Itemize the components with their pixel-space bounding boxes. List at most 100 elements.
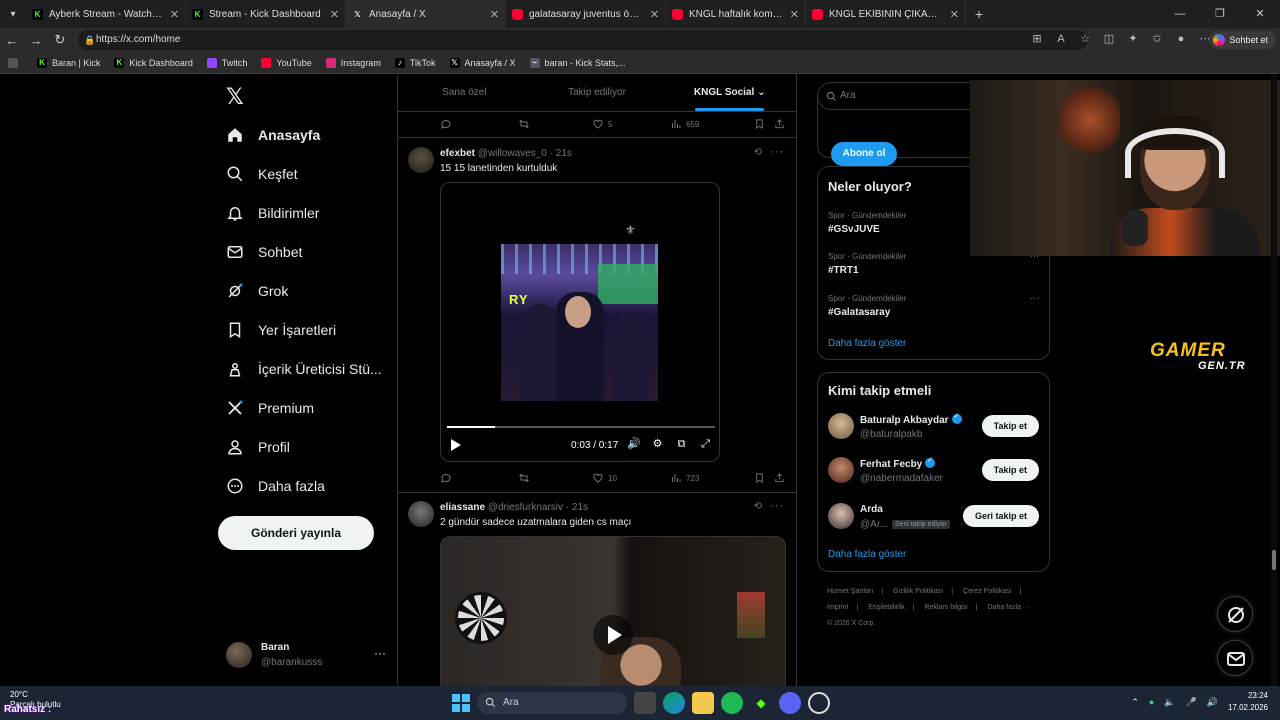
footer-link[interactable]: Hizmet Şartları	[827, 588, 873, 595]
tweet-author-name[interactable]: efexbet	[440, 148, 475, 159]
close-tab-icon[interactable]: ✕	[170, 8, 179, 21]
grok-fab[interactable]	[1217, 596, 1253, 632]
x-logo-icon[interactable]: 𝕏	[226, 84, 244, 110]
forward-button[interactable]: →	[24, 33, 48, 48]
nav-item-more-circle[interactable]: Daha fazla	[226, 477, 325, 495]
more-dots-icon[interactable]: ···	[770, 500, 784, 512]
reload-button[interactable]: ↻	[48, 32, 72, 48]
microphone-icon[interactable]: 🎤	[1186, 697, 1197, 708]
follow-handle[interactable]: @nabermadafaker	[860, 473, 943, 484]
edge-icon[interactable]	[663, 692, 685, 714]
tweet-time[interactable]: 21s	[572, 502, 588, 513]
read-aloud-icon[interactable]: A	[1054, 32, 1068, 46]
browser-tab[interactable]: K Stream - Kick Dashboard ✕	[186, 0, 346, 28]
share-icon[interactable]	[774, 118, 789, 130]
bookmark-item[interactable]: ♪ TikTok	[394, 57, 436, 68]
nav-item-mail[interactable]: Sohbet	[226, 243, 302, 261]
footer-link[interactable]: Gizlilik Politikası	[893, 588, 943, 595]
spotify-icon[interactable]	[721, 692, 743, 714]
close-tab-icon[interactable]: ✕	[490, 8, 499, 21]
nav-item-bell[interactable]: Bildirimler	[226, 204, 319, 222]
bookmark-sidebar-icon[interactable]	[8, 57, 23, 68]
favorites-icon[interactable]: ✩	[1150, 32, 1164, 46]
grok-icon[interactable]: ⟲	[754, 501, 762, 512]
bookmark-item[interactable]: Twitch	[206, 57, 247, 68]
bookmark-icon[interactable]	[754, 472, 774, 484]
follow-button[interactable]: Takip et	[981, 415, 1039, 437]
avatar[interactable]	[828, 503, 854, 529]
bookmark-icon[interactable]	[754, 118, 774, 130]
tweet-avatar[interactable]	[408, 147, 434, 173]
play-icon[interactable]	[451, 439, 461, 451]
nav-item-grok[interactable]: Grok	[226, 282, 288, 300]
share-icon[interactable]	[774, 472, 789, 484]
browser-tab[interactable]: galatasaray juventus özet - YouTube ✕	[506, 0, 666, 28]
bookmark-item[interactable]: K Baran | Kick	[37, 57, 100, 68]
scrollbar-thumb[interactable]	[1272, 550, 1276, 570]
like-button[interactable]: 5	[592, 118, 670, 130]
reply-icon[interactable]	[440, 118, 518, 130]
close-tab-icon[interactable]: ✕	[950, 8, 959, 21]
windows-start-icon[interactable]	[452, 694, 470, 712]
chevron-down-icon[interactable]: ⌄	[757, 87, 765, 98]
page-scrollbar[interactable]	[1271, 74, 1277, 686]
clock[interactable]: 23:24 17.02.2026	[1228, 690, 1268, 714]
profile-avatar-icon[interactable]: ●	[1174, 32, 1188, 46]
repost-icon[interactable]	[518, 472, 592, 484]
footer-link[interactable]: Reklam bilgisi	[925, 604, 968, 611]
close-window-button[interactable]: ✕	[1240, 0, 1280, 28]
url-field[interactable]: 🔒 https://x.com/home	[78, 30, 1088, 50]
volume-icon[interactable]: 🔊	[1207, 697, 1218, 708]
new-tab-button[interactable]: +	[966, 6, 992, 22]
task-view-icon[interactable]	[634, 692, 656, 714]
obs-icon[interactable]	[808, 692, 830, 714]
taskbar-search[interactable]: Ara	[477, 692, 627, 714]
browser-tab[interactable]: K Ayberk Stream - Watch Live on Kick ✕	[26, 0, 186, 28]
footer-link[interactable]: Çerez Politikası	[963, 588, 1012, 595]
more-dots-icon[interactable]: ···	[374, 646, 386, 660]
volume-icon[interactable]: 🔊	[627, 438, 641, 451]
nav-item-home[interactable]: Anasayfa	[226, 126, 320, 144]
browser-tab[interactable]: KNGL haftalık komik anlar | BÖLÜM ✕	[666, 0, 806, 28]
bookmark-item[interactable]: YouTube	[261, 57, 312, 68]
views-button[interactable]: 723	[670, 472, 754, 484]
split-screen-icon[interactable]: ◫	[1102, 32, 1116, 46]
post-button[interactable]: Gönderi yayınla	[218, 516, 374, 550]
show-more-link[interactable]: Daha fazla göster	[828, 338, 906, 349]
follow-button[interactable]: Takip et	[981, 459, 1039, 481]
repost-icon[interactable]	[518, 118, 592, 130]
footer-link[interactable]: Erişilebilirlik	[868, 604, 905, 611]
nav-item-bookmark[interactable]: Yer İşaretleri	[226, 321, 336, 339]
tab-following[interactable]: Takip ediliyor	[531, 74, 664, 111]
extensions-puzzle-icon[interactable]: ✦	[1126, 32, 1140, 46]
extensions-icon[interactable]: ⊞	[1030, 32, 1044, 46]
more-dots-icon[interactable]: ···	[1030, 293, 1039, 303]
follow-name[interactable]: Arda	[860, 504, 883, 515]
tab-actions-menu-icon[interactable]: ▾	[0, 0, 26, 28]
tweet-time[interactable]: 21s	[556, 148, 572, 159]
maximize-button[interactable]: ❐	[1200, 0, 1240, 28]
views-button[interactable]: 659	[670, 118, 754, 130]
tweet-author-handle[interactable]: @willowaves_0	[478, 148, 547, 159]
like-button[interactable]: 10	[592, 472, 670, 484]
follow-name[interactable]: Baturalp Akbaydar	[860, 412, 962, 426]
copilot-button[interactable]: Sohbet et	[1209, 31, 1276, 49]
status-dot-icon[interactable]: ●	[1149, 697, 1154, 707]
nav-item-search[interactable]: Keşfet	[226, 165, 298, 183]
reply-icon[interactable]	[440, 472, 518, 484]
settings-gear-icon[interactable]: ⚙	[651, 438, 664, 451]
nav-item-x[interactable]: Premium	[226, 399, 314, 417]
play-button-icon[interactable]	[593, 615, 633, 655]
messages-fab[interactable]	[1217, 640, 1253, 676]
avatar[interactable]	[828, 413, 854, 439]
tweet-author-handle[interactable]: @driesfurknarsiv	[488, 502, 563, 513]
tab-for-you[interactable]: Sana özel	[398, 74, 531, 111]
pip-icon[interactable]: ⧉	[675, 438, 688, 451]
tweet-avatar[interactable]	[408, 501, 434, 527]
nav-item-creator-studio[interactable]: İçerik Üreticisi Stü...	[226, 360, 382, 378]
file-explorer-icon[interactable]	[692, 692, 714, 714]
nav-item-person[interactable]: Profil	[226, 438, 290, 456]
video-player[interactable]: ⚜ RY 0:03 / 0:17 🔊 ⚙ ⧉ ⤢	[440, 182, 720, 462]
video-player[interactable]	[440, 536, 786, 686]
close-tab-icon[interactable]: ✕	[330, 8, 339, 21]
